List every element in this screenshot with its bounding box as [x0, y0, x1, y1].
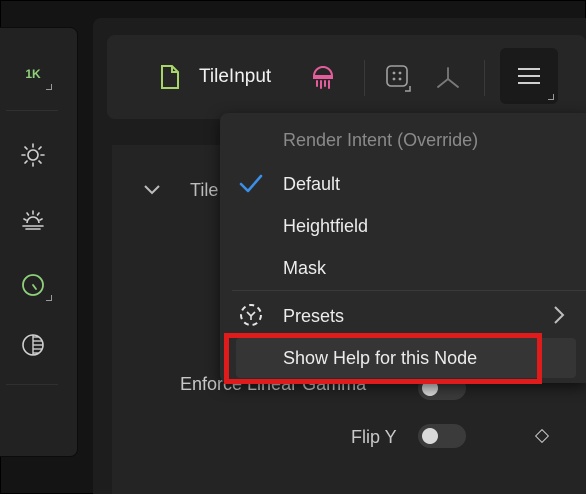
sun-icon	[21, 143, 45, 167]
section-title: Tile	[190, 180, 219, 200]
header-divider	[364, 60, 365, 96]
node-title: TileInput	[199, 66, 272, 87]
resolution-badge: 1K	[25, 67, 41, 81]
checkmark-icon	[239, 174, 263, 193]
axis-icon[interactable]	[435, 66, 461, 90]
highlight-annotation-box	[224, 333, 542, 384]
chevron-right-icon	[554, 306, 565, 324]
render-intent-heading: Render Intent (Override)	[283, 130, 479, 150]
sunrise-icon	[22, 210, 44, 230]
menu-item-mask[interactable]: Mask	[283, 258, 326, 279]
menu-item-default[interactable]: Default	[283, 174, 340, 195]
environment-button[interactable]	[8, 200, 58, 240]
menu-item-presets[interactable]: Presets	[283, 306, 344, 327]
color-picker-icon	[22, 274, 44, 296]
menu-item-heightfield[interactable]: Heightfield	[283, 216, 368, 237]
flip-y-toggle[interactable]	[418, 424, 466, 448]
document-icon	[161, 65, 179, 89]
presets-icon	[240, 304, 262, 326]
hamburger-menu-button[interactable]	[500, 48, 558, 104]
menu-icon	[518, 68, 540, 70]
resolution-button[interactable]: 1K	[8, 54, 58, 94]
left-toolbar: 1K	[0, 27, 78, 457]
chevron-down-icon[interactable]	[143, 180, 161, 198]
render-intent-icon[interactable]	[311, 64, 335, 90]
grid-dots-icon[interactable]	[385, 64, 413, 94]
lighting-button[interactable]	[8, 135, 58, 175]
contrast-button[interactable]	[8, 325, 58, 365]
header-divider-2	[484, 60, 485, 96]
menu-divider	[232, 290, 586, 291]
flip-y-label: Flip Y	[351, 427, 397, 447]
half-circle-icon	[22, 334, 44, 356]
color-button[interactable]	[8, 265, 58, 305]
